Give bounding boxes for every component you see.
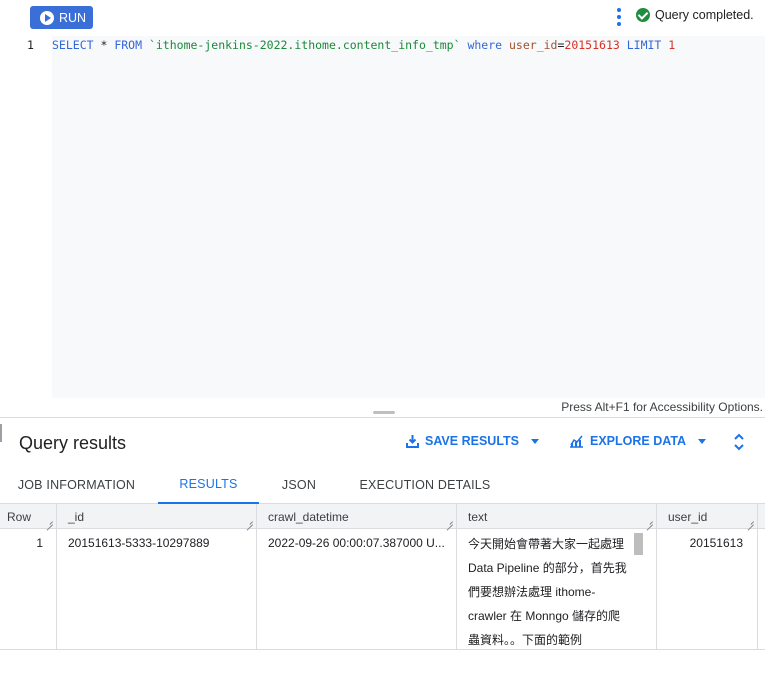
resize-handle-icon[interactable] bbox=[748, 519, 754, 525]
expand-icon[interactable] bbox=[733, 433, 745, 451]
column-header-crawl-datetime[interactable]: crawl_datetime bbox=[257, 504, 457, 529]
limit-value: 1 bbox=[661, 38, 676, 52]
explore-data-label: EXPLORE DATA bbox=[590, 434, 687, 448]
crawl-datetime-value: 2022-09-26 00:00:07.387000 U... bbox=[268, 536, 445, 550]
resize-handle-icon[interactable] bbox=[247, 519, 253, 525]
keyword-limit: LIMIT bbox=[619, 38, 662, 52]
column-header-user-id[interactable]: user_id bbox=[657, 504, 758, 529]
resize-handle-icon[interactable] bbox=[447, 519, 453, 525]
line-number: 1 bbox=[27, 38, 34, 52]
keyword-where: where bbox=[467, 38, 503, 52]
results-tabs: JOB INFORMATION RESULTS JSON EXECUTION D… bbox=[0, 466, 765, 504]
user-id-value: 20151613 bbox=[689, 536, 743, 550]
where-value: 20151613 bbox=[564, 38, 620, 52]
row-number: 1 bbox=[36, 536, 43, 550]
text-cell[interactable]: 今天開始會帶著大家一起處理 Data Pipeline 的部分，首先我們要想辦法… bbox=[457, 529, 657, 650]
drag-handle-icon[interactable] bbox=[373, 411, 395, 414]
text-value: 今天開始會帶著大家一起處理 Data Pipeline 的部分，首先我們要想辦法… bbox=[468, 537, 627, 647]
column-header-label: _id bbox=[68, 510, 85, 524]
check-circle-icon bbox=[636, 8, 650, 22]
save-results-button[interactable]: SAVE RESULTS bbox=[406, 434, 539, 448]
accessibility-hint: Press Alt+F1 for Accessibility Options. bbox=[561, 400, 763, 414]
save-results-label: SAVE RESULTS bbox=[425, 434, 519, 448]
play-icon bbox=[40, 10, 54, 25]
keyword-from: FROM bbox=[114, 38, 143, 52]
run-button[interactable]: RUN bbox=[30, 6, 93, 29]
column-header-text[interactable]: text bbox=[457, 504, 657, 529]
resize-handle-icon[interactable] bbox=[647, 519, 653, 525]
resize-handle-icon[interactable] bbox=[47, 519, 53, 525]
id-cell[interactable]: 20151613-5333-10297889 bbox=[57, 529, 257, 650]
results-table: Row _id crawl_datetime text user_id 1 20… bbox=[0, 504, 765, 650]
query-line[interactable]: SELECT * FROM `ithome-jenkins-2022.ithom… bbox=[52, 38, 675, 52]
crawl-datetime-cell[interactable]: 2022-09-26 00:00:07.387000 U... bbox=[257, 529, 457, 650]
tab-job-information[interactable]: JOB INFORMATION bbox=[0, 466, 153, 504]
tab-label: RESULTS bbox=[179, 477, 238, 491]
code-area[interactable]: SELECT * FROM `ithome-jenkins-2022.ithom… bbox=[52, 36, 765, 398]
column-header-row[interactable]: Row bbox=[0, 504, 57, 529]
tab-label: EXECUTION DETAILS bbox=[359, 478, 491, 492]
more-options-icon[interactable] bbox=[615, 8, 623, 26]
user-id-cell[interactable]: 20151613 bbox=[657, 529, 758, 650]
sql-editor[interactable]: 1 SELECT * FROM `ithome-jenkins-2022.ith… bbox=[0, 36, 765, 442]
panel-divider[interactable]: Press Alt+F1 for Accessibility Options. bbox=[0, 398, 765, 418]
id-value: 20151613-5333-10297889 bbox=[68, 536, 210, 550]
chart-icon bbox=[570, 435, 583, 448]
column-header-label: text bbox=[468, 510, 488, 524]
row-number-cell: 1 bbox=[0, 529, 57, 650]
chevron-down-icon bbox=[698, 438, 707, 444]
tab-results[interactable]: RESULTS bbox=[158, 466, 259, 504]
token-star: * bbox=[93, 38, 115, 52]
table-header: Row _id crawl_datetime text user_id bbox=[0, 504, 765, 529]
query-toolbar: RUN Query completed. bbox=[0, 0, 765, 36]
tab-label: JOB INFORMATION bbox=[17, 478, 136, 492]
column-header-label: crawl_datetime bbox=[268, 510, 349, 524]
results-header: Query results SAVE RESULTS EXPLORE DATA bbox=[0, 419, 765, 465]
status-text: Query completed. bbox=[655, 8, 754, 22]
column-header-id[interactable]: _id bbox=[57, 504, 257, 529]
editor-gutter: 1 bbox=[0, 36, 52, 398]
column-header-label: Row bbox=[7, 510, 32, 524]
explore-data-button[interactable]: EXPLORE DATA bbox=[569, 434, 707, 448]
keyword-select: SELECT bbox=[52, 38, 94, 52]
tab-json[interactable]: JSON bbox=[264, 466, 334, 504]
chevron-down-icon bbox=[531, 438, 539, 444]
results-title: Query results bbox=[19, 433, 127, 453]
table-name: `ithome-jenkins-2022.ithome.content_info… bbox=[142, 38, 468, 52]
query-status: Query completed. bbox=[636, 8, 754, 22]
field-name: user_id bbox=[502, 38, 558, 52]
download-icon bbox=[406, 435, 419, 448]
cell-scrollbar[interactable] bbox=[634, 533, 643, 555]
run-button-label: RUN bbox=[59, 10, 87, 25]
column-header-label: user_id bbox=[668, 510, 708, 524]
tab-label: JSON bbox=[281, 478, 317, 492]
tab-execution-details[interactable]: EXECUTION DETAILS bbox=[345, 466, 505, 504]
